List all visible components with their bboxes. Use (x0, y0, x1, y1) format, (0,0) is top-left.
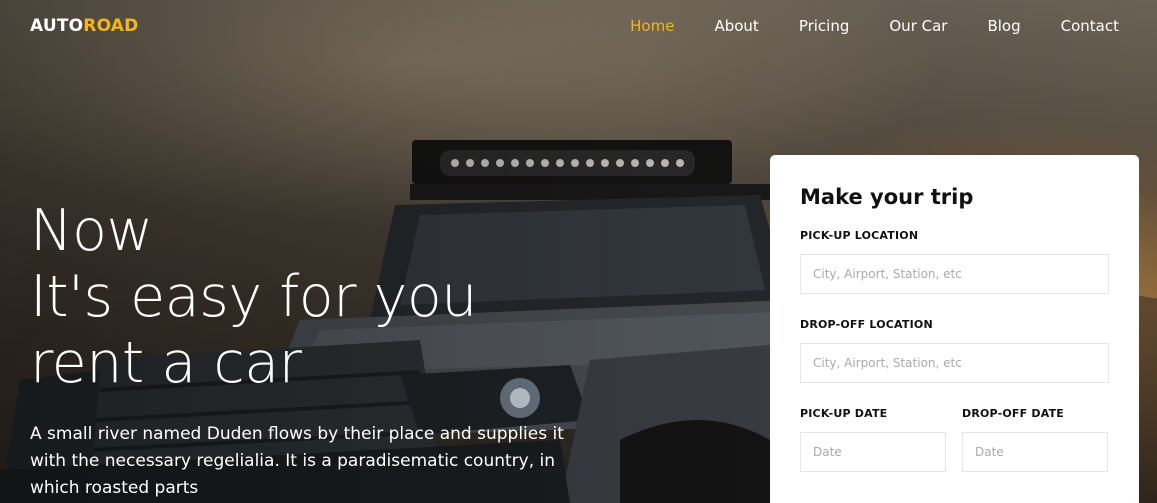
date-row: PICK-UP DATE DROP-OFF DATE (800, 407, 1109, 496)
pickup-date-input[interactable] (800, 432, 946, 472)
hero-title-line-1: Now (30, 198, 153, 264)
nav-item-pricing[interactable]: Pricing (799, 17, 850, 35)
pickup-location-label: PICK-UP LOCATION (800, 229, 919, 242)
dropoff-location-label: DROP-OFF LOCATION (800, 318, 933, 331)
main-menu: Home About Pricing Our Car Blog Contact (590, 17, 1119, 35)
trip-form-card: Make your trip PICK-UP LOCATION DROP-OFF… (770, 155, 1139, 503)
dropoff-date-group: DROP-OFF DATE (962, 407, 1108, 496)
brand-logo[interactable]: AUTOROAD (30, 16, 138, 36)
navbar: AUTOROAD Home About Pricing Our Car Blog… (0, 0, 1157, 52)
brand-part-auto: AUTO (30, 16, 84, 36)
trip-form-title: Make your trip (800, 185, 974, 209)
nav-item-contact[interactable]: Contact (1061, 17, 1119, 35)
hero-description: A small river named Duden flows by their… (30, 424, 564, 498)
dropoff-date-input[interactable] (962, 432, 1108, 472)
pickup-date-group: PICK-UP DATE (800, 407, 946, 496)
nav-item-blog[interactable]: Blog (987, 17, 1020, 35)
nav-item-home[interactable]: Home (630, 17, 674, 35)
nav-item-our-car[interactable]: Our Car (889, 17, 947, 35)
nav-item-about[interactable]: About (714, 17, 758, 35)
hero-title-line-2: It's easy for you (30, 264, 477, 330)
hero-title: Now It's easy for you rent a car (30, 198, 550, 396)
hero-title-line-3: rent a car (30, 330, 302, 396)
pickup-date-label: PICK-UP DATE (800, 407, 888, 420)
pickup-location-input[interactable] (800, 254, 1109, 294)
brand-part-road: ROAD (83, 16, 139, 36)
dropoff-date-label: DROP-OFF DATE (962, 407, 1065, 420)
dropoff-location-input[interactable] (800, 343, 1109, 383)
